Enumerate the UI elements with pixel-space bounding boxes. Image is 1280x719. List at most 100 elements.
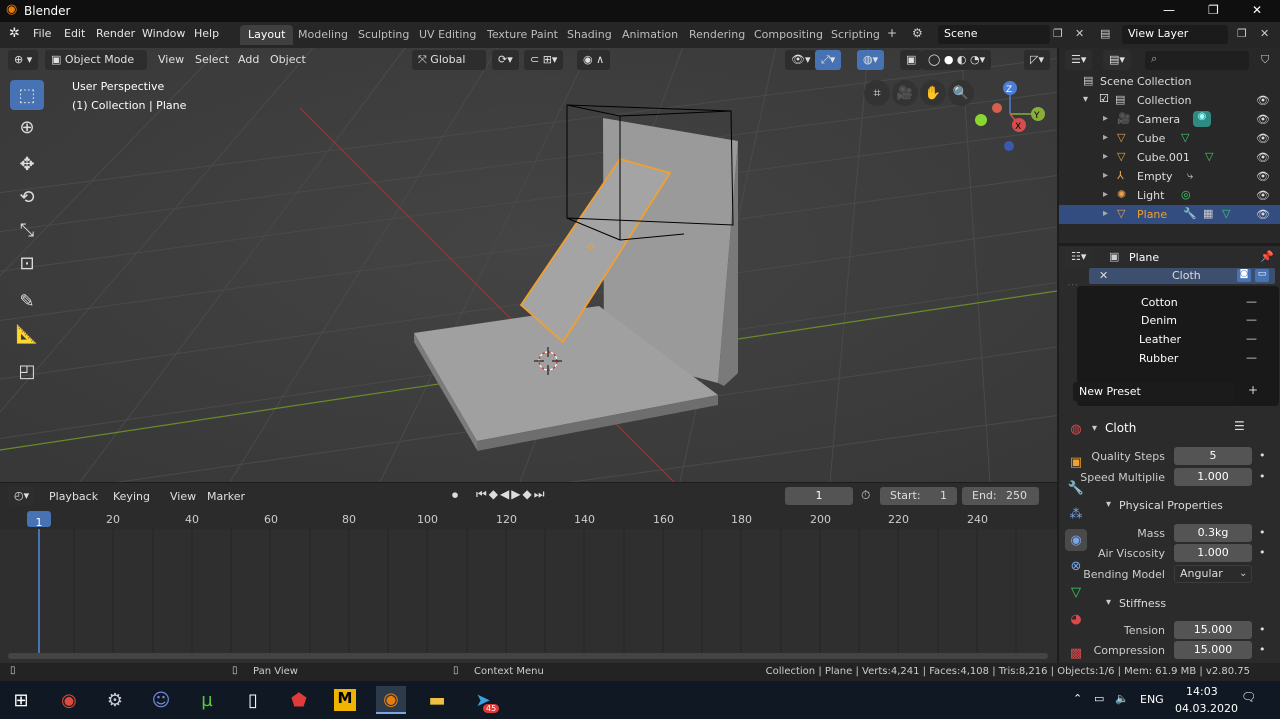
timeline-menu-keying[interactable]: Keying — [113, 490, 150, 503]
pivot-button[interactable]: ⟳▾ — [492, 50, 519, 70]
view-layer-field[interactable]: View Layer — [1122, 25, 1228, 44]
subpanel-collapse-icon[interactable]: ▾ — [1106, 499, 1111, 510]
scene-close-icon[interactable]: ✕ — [1075, 27, 1084, 40]
properties-editor-type-button[interactable]: ☷▾ — [1065, 247, 1093, 267]
compression-field[interactable]: 15.000 — [1174, 641, 1252, 659]
tab-modeling[interactable]: Modeling — [290, 25, 356, 45]
preset-item[interactable]: Rubber — — [1077, 350, 1279, 368]
expand-icon[interactable]: ▸ — [1103, 208, 1108, 219]
subpanel-collapse-icon[interactable]: ▾ — [1106, 597, 1111, 608]
outliner-display-mode-button[interactable]: ▤▾ — [1103, 50, 1131, 70]
scene-field[interactable]: Scene — [938, 25, 1050, 44]
outliner-item-cube[interactable]: ▸ ▽ Cube ▽ 👁 — [1059, 129, 1280, 148]
properties-editor[interactable]: ☷▾ ▣ Plane 📌 ◍ ▣ 🔧 ⁂ ◉ ⊗ ▽ ◕ ▩ ✕ Cloth ◙… — [1059, 246, 1280, 663]
menu-help[interactable]: Help — [194, 27, 219, 40]
view-layer-copy-icon[interactable]: ❐ — [1237, 27, 1247, 40]
cloth-modifier-header[interactable]: ✕ Cloth ◙ ▭ — [1089, 268, 1275, 284]
keyframe-dot-icon[interactable]: • — [1259, 643, 1266, 656]
3d-viewport[interactable]: Y Z X ⊕ ▾ ▣ Object Mode View Select Add … — [0, 48, 1057, 482]
tab-world[interactable]: ◍ — [1065, 418, 1087, 440]
expand-icon[interactable]: ▸ — [1103, 113, 1108, 124]
scene-copy-icon[interactable]: ❐ — [1053, 27, 1063, 40]
tab-data[interactable]: ▽ — [1065, 581, 1087, 603]
tab-particles[interactable]: ⁂ — [1065, 503, 1087, 525]
annotate-tool[interactable]: ✎ — [10, 286, 44, 316]
eye-icon[interactable]: 👁 — [1256, 113, 1270, 126]
preset-item[interactable]: Cotton — — [1077, 294, 1279, 312]
timeline-area[interactable] — [0, 529, 1057, 663]
playback-controls[interactable]: ⏮◆◀▶◆⏭ — [476, 487, 547, 502]
tab-animation[interactable]: Animation — [614, 25, 686, 45]
minimize-button[interactable]: — — [1163, 3, 1175, 17]
taskbar-m-app[interactable]: M — [330, 686, 360, 714]
view-layer-icon[interactable]: ▤ — [1100, 27, 1110, 40]
pin-icon[interactable]: 📌 — [1260, 250, 1274, 263]
current-frame-field[interactable]: 1 — [785, 487, 853, 505]
timeline-menu-playback[interactable]: Playback — [49, 490, 98, 503]
expand-icon[interactable]: ▸ — [1103, 151, 1108, 162]
outliner[interactable]: ☰▾ ▤▾ ⌕ ⛉ ▤ Scene Collection ▾ ☑ ▤ Colle… — [1059, 48, 1280, 243]
taskbar-chrome[interactable]: ◉ — [54, 686, 84, 714]
taskbar-explorer[interactable]: ▬ — [422, 686, 452, 714]
gizmo-button[interactable]: ⤢▾ — [815, 50, 842, 70]
taskbar-steam[interactable]: ⚙ — [100, 686, 130, 714]
shading-buttons[interactable]: ◯ ● ◐ ◔▾ — [922, 50, 992, 70]
presets-list-icon[interactable]: ☰ — [1234, 419, 1245, 433]
eye-icon[interactable]: 👁 — [1256, 151, 1270, 164]
end-frame-field[interactable]: End: 250 — [962, 487, 1039, 505]
mass-field[interactable]: 0.3kg — [1174, 524, 1252, 542]
filter-icon[interactable]: ⛉ — [1261, 53, 1269, 67]
cursor-tool[interactable]: ⊕ — [10, 112, 44, 142]
frame-ruler[interactable]: 1 20 40 60 80 100 120 140 160 180 200 22… — [0, 509, 1057, 529]
orientation-dropdown[interactable]: ⤧ Global — [412, 50, 486, 70]
viewport-menu-add[interactable]: Add — [238, 53, 259, 66]
close-button[interactable]: ✕ — [1252, 3, 1262, 17]
tab-compositing[interactable]: Compositing — [746, 25, 831, 45]
measure-tool[interactable]: 📐 — [10, 319, 44, 349]
eye-icon[interactable]: 👁 — [1256, 208, 1270, 221]
remove-preset-icon[interactable]: — — [1246, 313, 1257, 326]
speed-multiplier-field[interactable]: 1.000 — [1174, 468, 1252, 486]
add-preset-button[interactable]: + — [1248, 383, 1258, 397]
taskbar-substance[interactable]: ⬟ — [284, 686, 314, 714]
snap-button[interactable]: ⊂ ⊞▾ — [524, 50, 564, 70]
xray-button[interactable]: ▣ — [900, 50, 923, 70]
stopwatch-icon[interactable]: ⏱ — [861, 488, 870, 503]
remove-modifier-icon[interactable]: ✕ — [1099, 269, 1108, 282]
outliner-item-light[interactable]: ▸ ✺ Light ◎ 👁 — [1059, 186, 1280, 205]
remove-preset-icon[interactable]: — — [1246, 351, 1257, 364]
blender-menu-icon[interactable]: ✲ — [9, 26, 20, 41]
camera-view-button[interactable]: 🎥 — [892, 80, 918, 106]
tab-sculpting[interactable]: Sculpting — [350, 25, 417, 45]
preset-item[interactable]: Denim — — [1077, 312, 1279, 330]
eye-icon[interactable]: 👁 — [1256, 94, 1270, 107]
current-frame-marker[interactable]: 1 — [27, 511, 51, 529]
air-viscosity-field[interactable]: 1.000 — [1174, 544, 1252, 562]
expand-icon[interactable]: ▸ — [1103, 170, 1108, 181]
mode-dropdown[interactable]: ▣ Object Mode — [45, 50, 147, 70]
timeline-menu-marker[interactable]: Marker — [207, 490, 245, 503]
viewport-scene[interactable]: Y Z X — [0, 48, 1057, 482]
menu-edit[interactable]: Edit — [64, 27, 85, 40]
checkbox-icon[interactable]: ☑ — [1099, 92, 1109, 105]
outliner-item-camera[interactable]: ▸ 🎥 Camera ◉ 👁 — [1059, 110, 1280, 129]
tab-physics[interactable]: ◉ — [1065, 529, 1087, 551]
tab-material[interactable]: ◕ — [1065, 608, 1087, 630]
menu-file[interactable]: File — [33, 27, 51, 40]
keyframe-dot-icon[interactable]: • — [1259, 623, 1266, 636]
rotate-tool[interactable]: ⟲ — [10, 182, 44, 212]
quality-steps-field[interactable]: 5 — [1174, 447, 1252, 465]
tab-object[interactable]: ▣ — [1065, 451, 1087, 473]
add-cube-tool[interactable]: ◰ — [10, 356, 44, 386]
tab-texture-paint[interactable]: Texture Paint — [479, 25, 566, 45]
remove-preset-icon[interactable]: — — [1246, 332, 1257, 345]
camera-toggle-icon[interactable]: ◙ — [1237, 269, 1251, 282]
taskbar-blender[interactable]: ◉ — [376, 686, 406, 714]
panel-collapse-icon[interactable]: ▾ — [1092, 423, 1097, 434]
view-layer-close-icon[interactable]: ✕ — [1260, 27, 1269, 40]
tab-uv-editing[interactable]: UV Editing — [411, 25, 484, 45]
outliner-item-cube001[interactable]: ▸ ▽ Cube.001 ▽ 👁 — [1059, 148, 1280, 167]
add-workspace-button[interactable]: + — [887, 26, 897, 40]
timeline-editor-type-button[interactable]: ◴▾ — [8, 486, 36, 506]
zoom-view-button[interactable]: 🔍 — [948, 80, 974, 106]
